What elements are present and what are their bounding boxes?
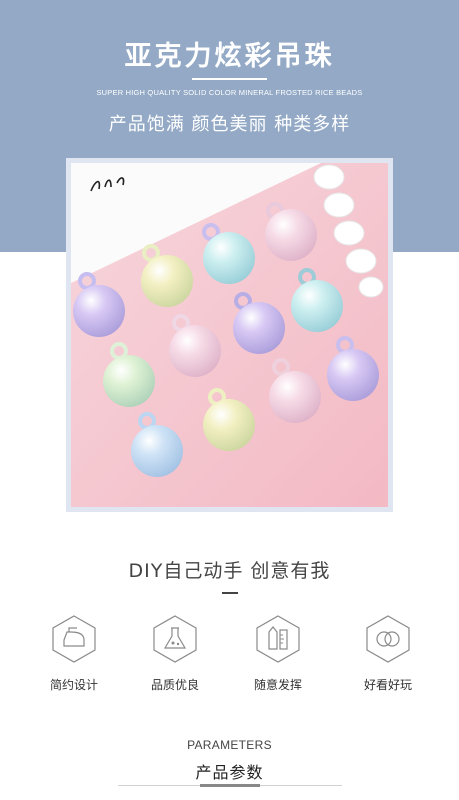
tagline: 产品饱满 颜色美丽 种类多样 xyxy=(108,114,351,135)
parameters-heading: 产品参数 xyxy=(195,763,264,782)
feature-label: 简约设计 xyxy=(49,678,98,692)
feature-label: 品质优良 xyxy=(150,678,199,692)
feature-label: 好看好玩 xyxy=(363,678,412,692)
ruler-pencil-icon xyxy=(255,614,301,664)
feature-item: 好看好玩 xyxy=(348,614,428,693)
feature-label: 随意发挥 xyxy=(253,678,302,692)
english-subtitle: SUPER HIGH QUALITY SOLID COLOR MINERAL F… xyxy=(96,88,363,97)
bead-photo-image xyxy=(71,163,388,507)
title-divider xyxy=(192,78,267,80)
page-title: 亚克力炫彩吊珠 xyxy=(124,41,335,72)
feature-item: 品质优良 xyxy=(135,614,215,693)
diy-heading: DIY自己动手 创意有我 xyxy=(128,560,331,582)
parameters-divider-accent xyxy=(200,784,260,787)
iron-icon xyxy=(51,614,97,664)
rings-icon xyxy=(365,614,411,664)
feature-item: 随意发挥 xyxy=(238,614,318,693)
flask-icon xyxy=(152,614,198,664)
feature-item: 简约设计 xyxy=(34,614,114,693)
parameters-heading-en: PARAMETERS xyxy=(187,738,272,752)
product-photo xyxy=(66,158,393,512)
diy-divider xyxy=(222,592,238,594)
